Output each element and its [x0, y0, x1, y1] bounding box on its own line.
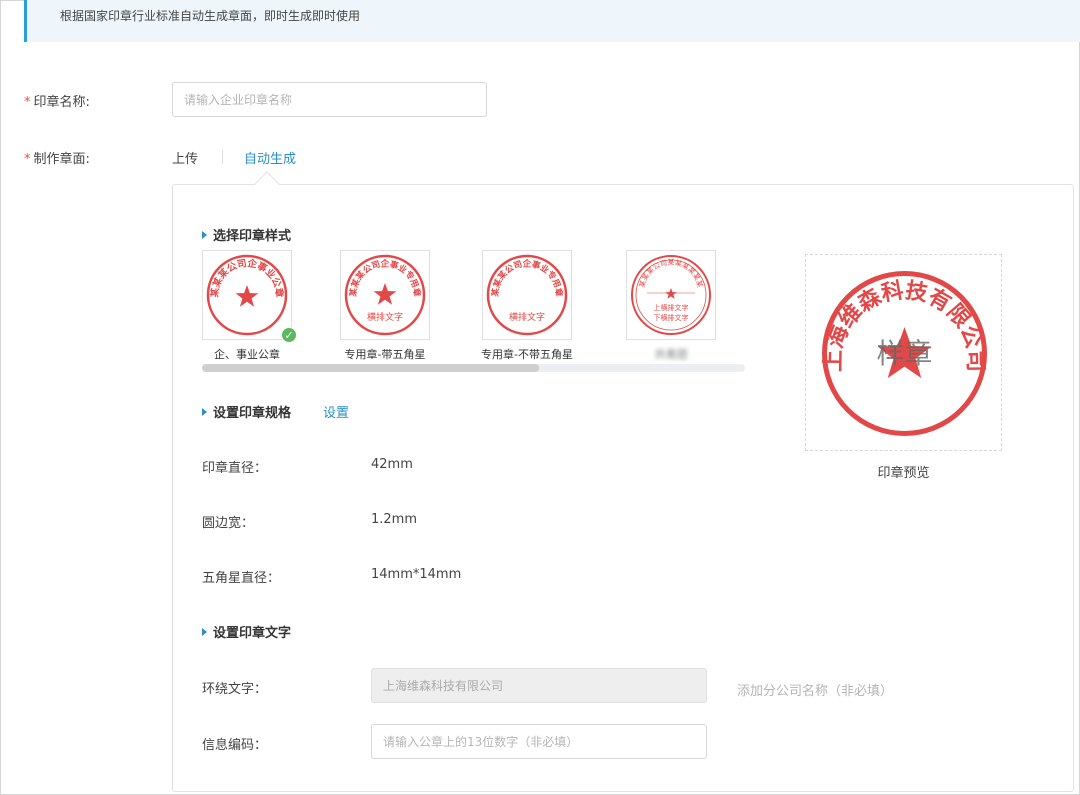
seal-preview: 上海维森科技有限公司 样章	[805, 254, 1002, 451]
spec-border-width-label: 圆边宽：	[202, 516, 255, 531]
spec-diameter-value: 42mm	[371, 457, 413, 472]
seal-name-label-text: 印章名称:	[33, 95, 90, 110]
style-scrollbar[interactable]	[202, 364, 745, 372]
spec-star-diameter-value: 14mm*14mm	[371, 567, 462, 582]
notice-banner: 根据国家印章行业标准自动生成章面，即时生成即时使用	[24, 0, 1080, 42]
style-card-official[interactable]: 某某某公司企事业公章 ✓	[202, 250, 297, 343]
style-card-special-nostar[interactable]: 某某某公司企事业专用章 横排文字	[482, 250, 572, 340]
seal-thumb-special-star: 某某某公司企事业专用章 横排文字	[344, 254, 426, 336]
style-card-youth-league[interactable]: 某某某公司某某某某某某 上横排文字 下横排文字	[626, 250, 716, 340]
seal-thumb-center-text: 横排文字	[367, 311, 403, 323]
style-scrollbar-thumb[interactable]	[202, 364, 539, 372]
spec-border-width-value: 1.2mm	[371, 512, 418, 527]
caret-right-icon	[202, 628, 207, 636]
seal-thumb-youth-league: 某某某公司某某某某某某 上横排文字 下横排文字	[631, 255, 711, 335]
caret-right-icon	[202, 231, 207, 239]
seal-name-label: * 印章名称:	[24, 91, 90, 110]
style-label-official: 企、事业公章	[214, 348, 280, 361]
seal-thumb-center-text: 横排文字	[509, 311, 545, 323]
required-mark: *	[24, 152, 31, 167]
seal-preview-watermark: 样章	[876, 337, 932, 370]
style-label-special-star: 专用章-带五角星	[344, 348, 426, 361]
seal-name-input[interactable]	[172, 82, 487, 117]
style-section-title: 选择印章样式	[202, 225, 291, 244]
style-section-title-text: 选择印章样式	[213, 229, 292, 244]
make-face-label-text: 制作章面:	[33, 152, 90, 167]
spec-section-title-text: 设置印章规格	[213, 406, 292, 421]
add-branch-link[interactable]: 添加分公司名称（非必填）	[737, 680, 893, 699]
caret-right-icon	[202, 408, 207, 416]
tab-auto-generate[interactable]: 自动生成	[244, 148, 296, 167]
make-face-label: * 制作章面:	[24, 148, 90, 167]
required-mark: *	[24, 95, 31, 110]
seal-thumb-official: 某某某公司企事业公章	[206, 254, 288, 336]
tab-upload[interactable]: 上传	[172, 148, 198, 167]
ring-text-label: 环绕文字：	[202, 682, 268, 697]
spec-star-diameter-label: 五角星直径：	[202, 571, 281, 586]
spec-section-title: 设置印章规格	[202, 402, 291, 421]
notice-text: 根据国家印章行业标准自动生成章面，即时生成即时使用	[60, 9, 361, 23]
spec-set-link[interactable]: 设置	[323, 402, 349, 421]
seal-preview-image: 上海维森科技有限公司 样章	[820, 271, 989, 436]
tab-divider	[222, 150, 223, 164]
info-code-label: 信息编码：	[202, 738, 268, 753]
seal-preview-label: 印章预览	[877, 466, 930, 481]
text-section-title-text: 设置印章文字	[213, 626, 292, 641]
ring-text-input[interactable]	[371, 668, 707, 703]
style-card-special-star[interactable]: 某某某公司企事业专用章 横排文字	[340, 250, 430, 340]
style-label-youth-league: 共青团	[654, 348, 688, 361]
selected-check-icon: ✓	[281, 327, 297, 343]
info-code-input[interactable]	[371, 724, 707, 759]
seal-thumb-center-text: 上横排文字	[654, 303, 689, 312]
text-section-title: 设置印章文字	[202, 622, 291, 641]
seal-thumb-special-nostar: 某某某公司企事业专用章 横排文字	[486, 254, 568, 336]
spec-diameter-label: 印章直径：	[202, 461, 268, 476]
style-label-special-nostar: 专用章-不带五角星	[481, 348, 573, 361]
seal-thumb-bottom-text: 下横排文字	[654, 313, 689, 322]
